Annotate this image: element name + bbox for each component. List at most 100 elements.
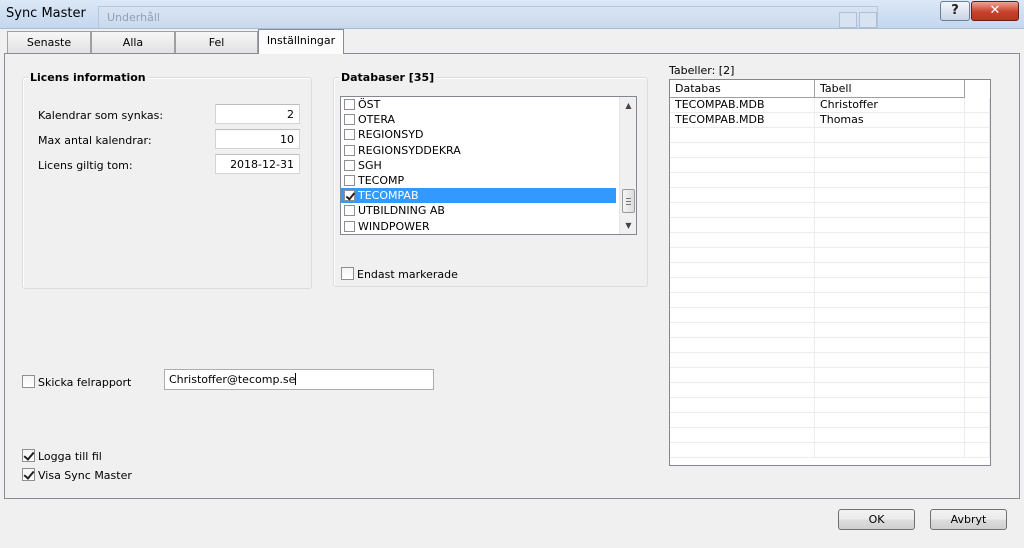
- column-header-databas[interactable]: Databas: [670, 80, 815, 98]
- database-checkbox[interactable]: [344, 205, 355, 217]
- table-cell: [815, 173, 965, 188]
- max-calendars-label: Max antal kalendrar:: [38, 134, 152, 147]
- table-cell: [965, 443, 990, 458]
- table-cell: [670, 248, 815, 263]
- scroll-thumb[interactable]: [622, 189, 635, 213]
- ok-button[interactable]: OK: [838, 509, 915, 530]
- email-field[interactable]: Christoffer@tecomp.se: [164, 369, 434, 390]
- table-cell: TECOMPAB.MDB: [670, 113, 815, 128]
- database-label: SGH: [358, 158, 382, 172]
- database-checkbox[interactable]: [344, 190, 355, 202]
- database-checkbox[interactable]: [344, 129, 355, 141]
- table-row: [670, 218, 990, 233]
- tables-heading: Tabeller: [2]: [669, 64, 735, 77]
- table-row: [670, 188, 990, 203]
- database-checkbox[interactable]: [344, 99, 355, 110]
- database-list-item[interactable]: OTERA: [341, 112, 636, 127]
- table-row: [670, 158, 990, 173]
- table-cell: [670, 233, 815, 248]
- close-icon: ✕: [989, 3, 1001, 18]
- show-sync-master-checkbox[interactable]: [22, 468, 35, 481]
- column-header-tabell[interactable]: Tabell: [815, 80, 965, 98]
- table-cell: [815, 233, 965, 248]
- only-marked-checkbox[interactable]: [341, 267, 354, 280]
- log-to-file-checkbox[interactable]: [22, 449, 35, 462]
- table-row[interactable]: TECOMPAB.MDB Christoffer: [670, 98, 990, 113]
- tab-alla[interactable]: Alla: [91, 31, 175, 53]
- database-list-item[interactable]: UTBILDNING AB: [341, 203, 636, 218]
- show-sync-master-label: Visa Sync Master: [38, 469, 132, 482]
- table-cell: [965, 188, 990, 203]
- database-list-item[interactable]: TECOMPAB: [341, 188, 616, 204]
- close-button[interactable]: ✕: [971, 1, 1019, 21]
- table-cell: [965, 158, 990, 173]
- database-label: UTBILDNING AB: [358, 204, 445, 218]
- database-label: TECOMPAB: [358, 189, 419, 203]
- cancel-button[interactable]: Avbryt: [930, 509, 1007, 530]
- email-value: Christoffer@tecomp.se: [169, 373, 296, 386]
- table-cell: [965, 278, 990, 293]
- database-list-item[interactable]: ÖST: [341, 97, 636, 112]
- table-cell: [815, 383, 965, 398]
- database-list-item[interactable]: SGH: [341, 158, 636, 173]
- table-cell: [965, 173, 990, 188]
- table-cell: [965, 428, 990, 443]
- send-error-report-checkbox[interactable]: [22, 375, 35, 388]
- help-button[interactable]: ?: [940, 1, 970, 21]
- table-cell: [965, 203, 990, 218]
- database-list-item[interactable]: TECOMP: [341, 173, 636, 188]
- tab-senaste[interactable]: Senaste: [7, 31, 91, 53]
- table-row: [670, 233, 990, 248]
- table-cell: [670, 323, 815, 338]
- database-list-item[interactable]: REGIONSYD: [341, 127, 636, 142]
- database-list[interactable]: ÖST OTERA REGIONSYD REGIONSYDDEKRA SGH TECOMP…: [340, 96, 637, 235]
- table-row: [670, 173, 990, 188]
- database-list-scrollbar[interactable]: ▲ ▼: [619, 97, 636, 234]
- table-row: [670, 293, 990, 308]
- database-list-item[interactable]: WINDPOWER: [341, 219, 636, 234]
- table-cell: [670, 383, 815, 398]
- tab-fel[interactable]: Fel: [175, 31, 258, 53]
- background-window-tab[interactable]: Underhåll: [98, 6, 878, 28]
- table-row: [670, 323, 990, 338]
- table-cell: [670, 143, 815, 158]
- table-cell: TECOMPAB.MDB: [670, 98, 815, 113]
- table-cell: [965, 368, 990, 383]
- table-cell: Thomas: [815, 113, 965, 128]
- scroll-down-icon[interactable]: ▼: [620, 217, 637, 234]
- database-label: WINDPOWER: [358, 219, 430, 233]
- calendars-synced-label: Kalendrar som synkas:: [38, 109, 164, 122]
- database-checkbox[interactable]: [344, 174, 355, 186]
- table-cell: [670, 173, 815, 188]
- database-list-item[interactable]: REGIONSYDDEKRA: [341, 143, 636, 158]
- tab-installningar[interactable]: Inställningar: [258, 29, 344, 54]
- database-checkbox[interactable]: [344, 159, 355, 171]
- database-checkbox[interactable]: [344, 144, 355, 156]
- tables-grid-header: Databas Tabell: [670, 80, 990, 98]
- table-cell: [670, 413, 815, 428]
- table-cell: [965, 248, 990, 263]
- license-valid-field[interactable]: 2018-12-31: [215, 154, 300, 174]
- table-row: [670, 368, 990, 383]
- table-cell: [815, 413, 965, 428]
- table-cell: [815, 338, 965, 353]
- table-cell: [815, 398, 965, 413]
- background-maximize-icon: [859, 12, 877, 28]
- table-cell: [815, 368, 965, 383]
- title-bar: Sync Master Underhåll ? ✕: [0, 0, 1024, 29]
- tables-grid[interactable]: Databas Tabell TECOMPAB.MDB Christoffer TE…: [669, 79, 991, 466]
- database-checkbox[interactable]: [344, 114, 355, 126]
- table-cell: [815, 128, 965, 143]
- table-cell: [815, 428, 965, 443]
- calendars-synced-field[interactable]: 2: [215, 104, 300, 124]
- table-row[interactable]: TECOMPAB.MDB Thomas: [670, 113, 990, 128]
- table-row: [670, 383, 990, 398]
- database-label: OTERA: [358, 113, 396, 127]
- text-caret: [295, 373, 297, 385]
- database-checkbox[interactable]: [344, 220, 355, 232]
- scroll-up-icon[interactable]: ▲: [620, 97, 637, 114]
- table-cell: [965, 308, 990, 323]
- table-cell: [670, 293, 815, 308]
- max-calendars-field[interactable]: 10: [215, 129, 300, 149]
- table-cell: [670, 308, 815, 323]
